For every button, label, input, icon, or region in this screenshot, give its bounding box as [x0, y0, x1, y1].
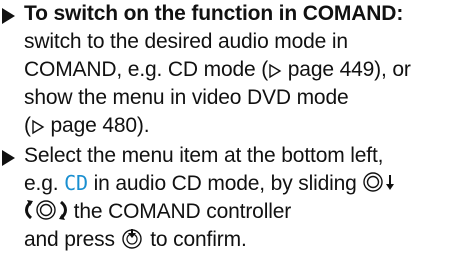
controller-press-icon	[121, 227, 145, 249]
step-1-text-line: switch to the desired audio mode in	[24, 30, 348, 53]
step-1-text-segment: (	[24, 114, 31, 137]
step-2-text-segment: to confirm.	[144, 228, 247, 251]
step-1-text-segment: COMAND, e.g. CD mode (	[24, 58, 269, 81]
page-reference-text: page 480).	[44, 114, 150, 137]
step-2-text-line: Select the menu item at the bottom left,	[24, 144, 384, 167]
step-2-text-line: the COMAND controller	[24, 198, 291, 225]
page-reference-triangle-icon	[268, 63, 282, 79]
step-2-text-line: e.g. CD in audio CD mode, by sliding	[24, 170, 398, 197]
step-2-text-segment: the COMAND controller	[68, 200, 292, 223]
step-2-text-segment: and press	[24, 228, 115, 251]
step-1-text-line: ( page 480).	[24, 112, 150, 139]
step-1-lead: To switch on the function in COMAND:	[24, 2, 404, 25]
cd-menu-item-label: CD	[64, 171, 88, 195]
controller-turn-icon	[24, 199, 68, 221]
step-1-text-line: show the menu in video DVD mode	[24, 86, 349, 109]
step-2-text-segment: e.g.	[24, 172, 65, 195]
triangle-bullet-icon	[2, 8, 15, 24]
page-reference-text: page 449), or	[282, 58, 411, 81]
page-reference-triangle-icon	[31, 119, 45, 135]
controller-slide-down-icon	[362, 171, 398, 193]
triangle-bullet-icon	[2, 150, 15, 166]
step-2-text-segment: in audio CD mode, by sliding	[87, 172, 357, 195]
step-2-text-line: and press to confirm.	[24, 226, 247, 253]
step-1-text-line: COMAND, e.g. CD mode ( page 449), or	[24, 56, 411, 83]
